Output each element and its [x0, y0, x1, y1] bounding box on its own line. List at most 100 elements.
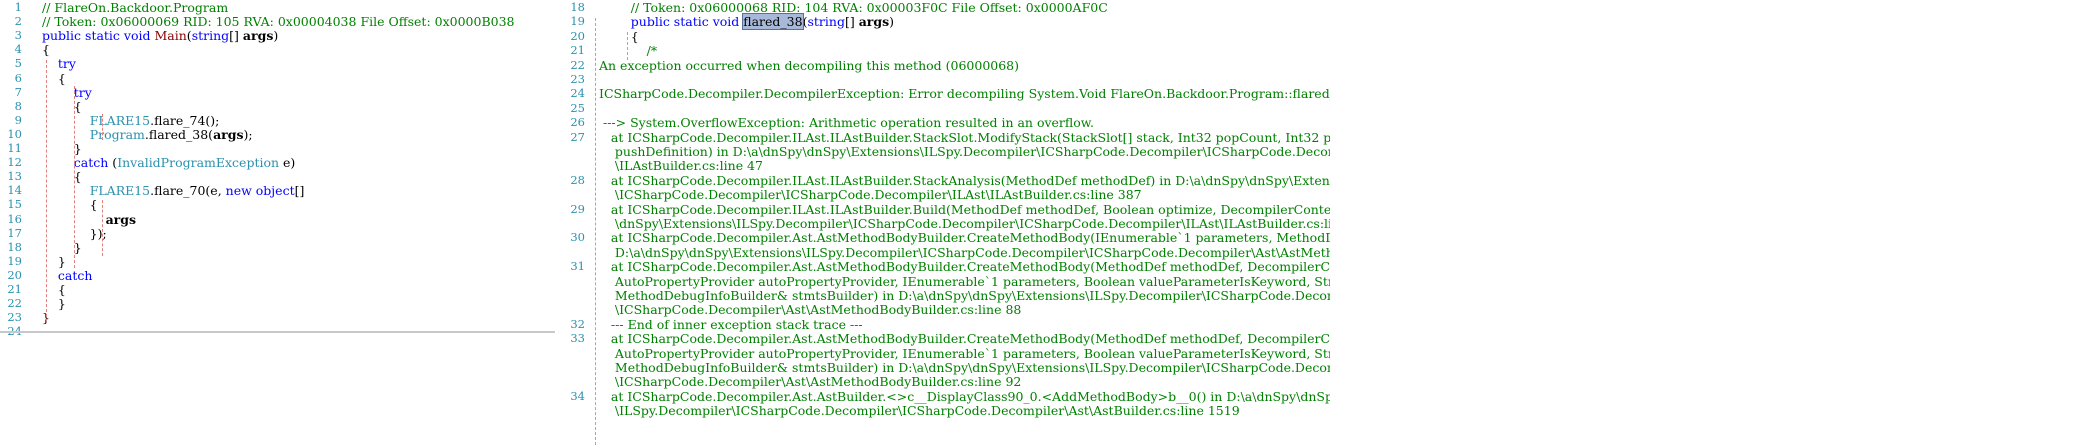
- code-line[interactable]: 22 An exception occurred when decompiling…: [555, 58, 1330, 73]
- code-token: at ICSharpCode.Decompiler.Ast.AstBuilder…: [610, 388, 1330, 404]
- code-token: []: [229, 28, 243, 44]
- code-token: \ICSharpCode.Decompiler\Ast\AstMethodBod…: [599, 374, 1022, 390]
- code-text: // Token: 0x06000068 RID: 104 RVA: 0x000…: [599, 0, 1108, 15]
- code-text: \ICSharpCode.Decompiler\Ast\AstMethodBod…: [599, 302, 1021, 317]
- code-token: catch: [42, 267, 93, 283]
- code-line[interactable]: 19 }: [0, 254, 555, 269]
- line-number: 29: [570, 201, 585, 216]
- code-text: catch (InvalidProgramException e): [42, 155, 296, 171]
- code-text: try: [42, 56, 76, 71]
- code-line[interactable]: 20 catch: [0, 268, 555, 283]
- code-line[interactable]: 26 ---> System.OverflowException: Arithm…: [555, 115, 1330, 130]
- horizontal-scrollbar[interactable]: [0, 331, 555, 333]
- code-line[interactable]: 13 {: [0, 169, 555, 184]
- right-code-editor[interactable]: 18 // Token: 0x06000068 RID: 104 RVA: 0x…: [555, 0, 1330, 445]
- code-line[interactable]: 20 {: [555, 29, 1330, 44]
- code-line[interactable]: 18 // Token: 0x06000068 RID: 104 RVA: 0x…: [555, 0, 1330, 15]
- code-token: try: [42, 56, 76, 72]
- line-number: 21: [7, 282, 22, 296]
- line-number: 12: [7, 155, 22, 170]
- code-text: ---> System.OverflowException: Arithmeti…: [599, 115, 1094, 130]
- code-line[interactable]: 16 args: [0, 212, 555, 227]
- code-token: .flare_74();: [150, 112, 220, 128]
- code-line[interactable]: 25: [555, 101, 1330, 116]
- code-line[interactable]: 21 /*: [555, 43, 1330, 58]
- line-number: 22: [570, 57, 585, 72]
- code-line[interactable]: 10 Program.flared_38(args);: [0, 127, 555, 142]
- code-line[interactable]: 30 at ICSharpCode.Decompiler.Ast.AstMeth…: [555, 230, 1330, 245]
- code-token: (: [108, 155, 118, 171]
- code-line[interactable]: 6 {: [0, 71, 555, 86]
- code-line[interactable]: \ILAstBuilder.cs:line 47: [555, 158, 1330, 173]
- code-line[interactable]: 28 at ICSharpCode.Decompiler.ILAst.ILAst…: [555, 173, 1330, 188]
- code-text: {: [42, 169, 82, 184]
- code-line[interactable]: 31 at ICSharpCode.Decompiler.Ast.AstMeth…: [555, 259, 1330, 274]
- code-line[interactable]: 4{: [0, 42, 555, 57]
- code-line[interactable]: \ILSpy.Decompiler\ICSharpCode.Decompiler…: [555, 403, 1330, 418]
- code-line[interactable]: 17 });: [0, 226, 555, 241]
- code-line[interactable]: 27 at ICSharpCode.Decompiler.ILAst.ILAst…: [555, 130, 1330, 145]
- code-token: .flare_70(e,: [150, 183, 226, 199]
- code-token: // FlareOn.Backdoor.Program: [42, 0, 229, 15]
- code-line[interactable]: 8 {: [0, 99, 555, 114]
- code-text: {: [42, 99, 82, 114]
- code-line[interactable]: 33 at ICSharpCode.Decompiler.Ast.AstMeth…: [555, 331, 1330, 346]
- code-line[interactable]: \ICSharpCode.Decompiler\Ast\AstMethodBod…: [555, 374, 1330, 389]
- code-line[interactable]: 21 {: [0, 282, 555, 297]
- code-text: MethodDebugInfoBuilder& stmtsBuilder) in…: [599, 360, 1330, 375]
- code-line[interactable]: 22 }: [0, 296, 555, 311]
- code-line[interactable]: \ICSharpCode.Decompiler\ICSharpCode.Deco…: [555, 187, 1330, 202]
- code-line[interactable]: 1 // FlareOn.Backdoor.Program: [0, 0, 555, 15]
- code-line[interactable]: 29 at ICSharpCode.Decompiler.ILAst.ILAst…: [555, 202, 1330, 217]
- code-line[interactable]: 14 FLARE15.flare_70(e, new object[]: [0, 183, 555, 198]
- code-line[interactable]: 15 {: [0, 197, 555, 212]
- code-token: ICSharpCode.Decompiler.DecompilerExcepti…: [599, 86, 1330, 102]
- empty-area: [1330, 0, 2074, 445]
- code-text: }: [42, 141, 82, 156]
- code-token: \ILSpy.Decompiler\ICSharpCode.Decompiler…: [599, 403, 1240, 419]
- code-line[interactable]: 18 }: [0, 240, 555, 255]
- code-text: FLARE15.flare_70(e, new object[]: [42, 183, 305, 199]
- code-line[interactable]: pushDefinition) in D:\a\dnSpy\dnSpy\Exte…: [555, 144, 1330, 159]
- left-code-editor[interactable]: 1 // FlareOn.Backdoor.Program 2 // Token: 0…: [0, 0, 555, 445]
- code-text: AutoPropertyProvider autoPropertyProvide…: [599, 274, 1330, 289]
- code-line[interactable]: AutoPropertyProvider autoPropertyProvide…: [555, 346, 1330, 361]
- code-line[interactable]: 3 public static void Main(string[] args): [0, 28, 555, 43]
- code-line[interactable]: AutoPropertyProvider autoPropertyProvide…: [555, 274, 1330, 289]
- code-line[interactable]: MethodDebugInfoBuilder& stmtsBuilder) in…: [555, 288, 1330, 303]
- line-number: 30: [570, 230, 585, 245]
- code-line[interactable]: 2 // Token: 0x06000069 RID: 105 RVA: 0x00…: [0, 14, 555, 29]
- code-line[interactable]: 11 }: [0, 141, 555, 156]
- code-line[interactable]: 5 try: [0, 56, 555, 71]
- line-number: 19: [7, 253, 22, 268]
- code-line[interactable]: 12 catch (InvalidProgramException e): [0, 155, 555, 170]
- line-number: 33: [570, 331, 585, 346]
- code-text: args: [42, 212, 136, 227]
- line-number: 34: [570, 388, 585, 403]
- code-line[interactable]: D:\a\dnSpy\dnSpy\Extensions\ILSpy.Decomp…: [555, 245, 1330, 260]
- line-number: 16: [7, 211, 22, 226]
- code-line[interactable]: MethodDebugInfoBuilder& stmtsBuilder) in…: [555, 360, 1330, 375]
- code-line[interactable]: 34 at ICSharpCode.Decompiler.Ast.AstBuil…: [555, 389, 1330, 404]
- code-line[interactable]: 7 try: [0, 85, 555, 100]
- code-line[interactable]: 23}: [0, 310, 555, 325]
- code-token: try: [42, 84, 92, 100]
- selected-identifier[interactable]: flared_38: [742, 13, 804, 31]
- code-line[interactable]: \dnSpy\Extensions\ILSpy.Decompiler\ICSha…: [555, 216, 1330, 231]
- code-line[interactable]: \ICSharpCode.Decompiler\Ast\AstMethodBod…: [555, 302, 1330, 317]
- code-token: InvalidProgramException: [117, 155, 280, 171]
- code-line[interactable]: 9 FLARE15.flare_74();: [0, 113, 555, 128]
- code-text: /*: [599, 43, 657, 58]
- code-line[interactable]: 19 public static void flared_38(string[]…: [555, 13, 1330, 31]
- code-token: /*: [599, 43, 658, 59]
- line-number: 17: [7, 225, 22, 240]
- code-line[interactable]: 32 --- End of inner exception stack trac…: [555, 317, 1330, 332]
- code-text: {: [42, 197, 98, 212]
- code-text: at ICSharpCode.Decompiler.Ast.AstBuilder…: [599, 389, 1330, 404]
- line-number: 20: [570, 28, 585, 43]
- code-line[interactable]: 23: [555, 72, 1330, 87]
- code-line[interactable]: 24 ICSharpCode.Decompiler.DecompilerExcep…: [555, 86, 1330, 101]
- code-token: \ICSharpCode.Decompiler\ICSharpCode.Deco…: [599, 187, 1142, 203]
- code-text: \ILSpy.Decompiler\ICSharpCode.Decompiler…: [599, 403, 1240, 418]
